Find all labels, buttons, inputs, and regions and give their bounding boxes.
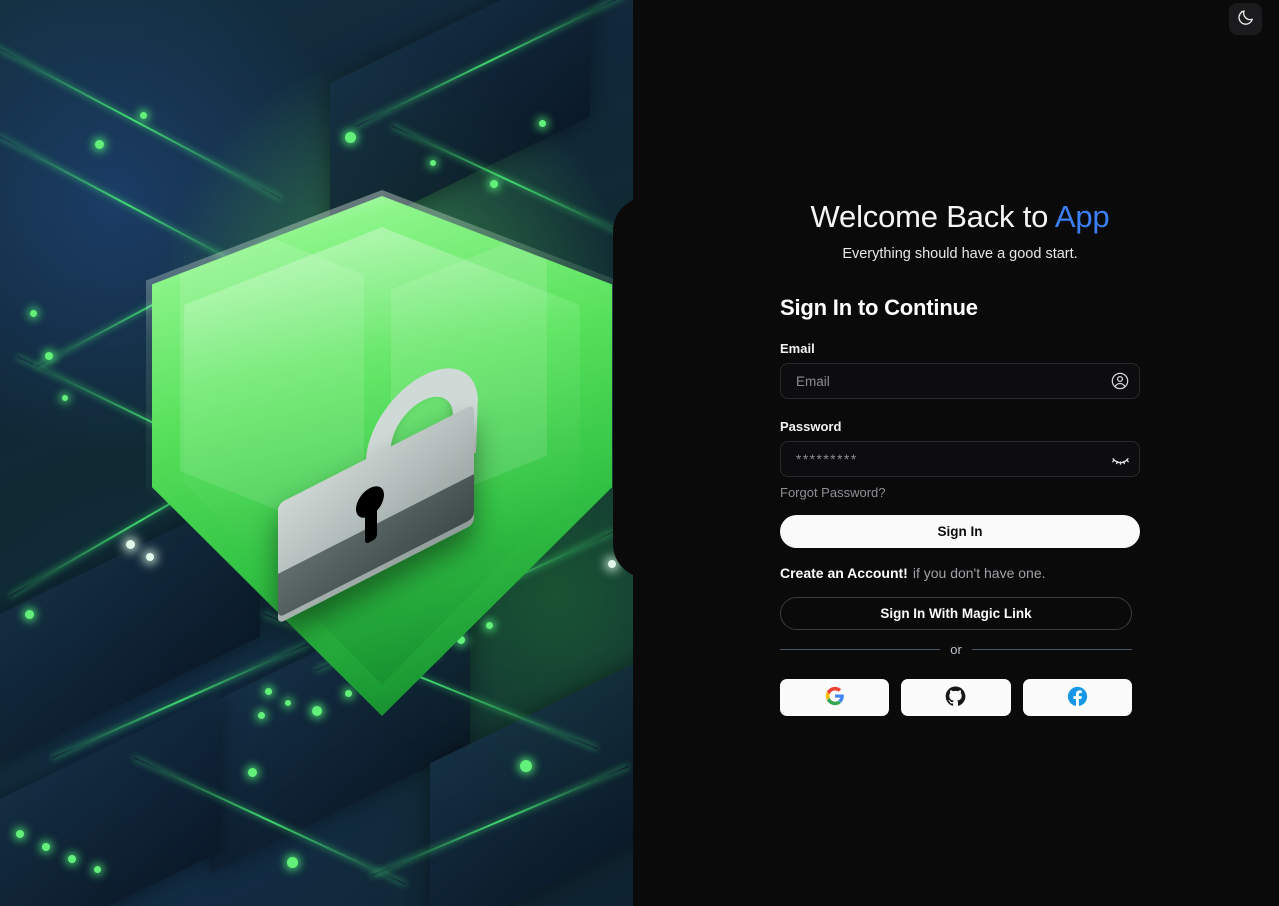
password-input[interactable] xyxy=(780,441,1140,478)
create-account-row: Create an Account! if you don't have one. xyxy=(780,565,1140,581)
auth-panel: Welcome Back to App Everything should ha… xyxy=(633,0,1279,906)
divider-line-right xyxy=(971,649,1132,651)
theme-toggle-button[interactable] xyxy=(1229,3,1262,35)
google-icon xyxy=(825,686,845,709)
welcome-prefix: Welcome Back to xyxy=(810,199,1055,234)
shield-lock-illustration xyxy=(0,0,633,906)
create-account-link[interactable]: Create an Account! xyxy=(780,565,908,581)
padlock-icon xyxy=(270,346,510,624)
magic-link-button[interactable]: Sign In With Magic Link xyxy=(780,597,1132,631)
google-sign-in-button[interactable] xyxy=(780,679,890,717)
app-name: App xyxy=(1054,199,1110,234)
hero-image-panel xyxy=(0,0,633,906)
page-subtitle: Everything should have a good start. xyxy=(842,246,1078,263)
account-circle-icon[interactable] xyxy=(1109,370,1131,392)
create-account-hint: if you don't have one. xyxy=(912,565,1046,582)
forgot-password-link[interactable]: Forgot Password? xyxy=(780,485,886,500)
facebook-sign-in-button[interactable] xyxy=(1022,679,1132,717)
social-login-row xyxy=(780,679,1132,717)
password-field-wrapper xyxy=(780,441,1140,478)
auth-form-column: Welcome Back to App Everything should ha… xyxy=(780,0,1140,717)
password-label: Password xyxy=(780,419,842,435)
email-label: Email xyxy=(780,341,815,357)
divider-label: or xyxy=(950,642,962,658)
facebook-icon xyxy=(1067,686,1088,710)
divider-line-left xyxy=(780,649,941,651)
email-field-wrapper xyxy=(780,363,1140,400)
email-input[interactable] xyxy=(780,363,1140,400)
shield-graphic xyxy=(146,190,618,722)
section-title: Sign In to Continue xyxy=(780,295,978,321)
page-title: Welcome Back to App xyxy=(780,198,1140,235)
login-page: Welcome Back to App Everything should ha… xyxy=(0,0,1279,906)
eye-off-icon[interactable] xyxy=(1109,448,1131,470)
sign-in-button[interactable]: Sign In xyxy=(780,515,1140,549)
github-icon xyxy=(945,686,966,710)
github-sign-in-button[interactable] xyxy=(901,679,1011,717)
divider: or xyxy=(780,642,1132,657)
moon-stars-icon xyxy=(1236,8,1255,30)
